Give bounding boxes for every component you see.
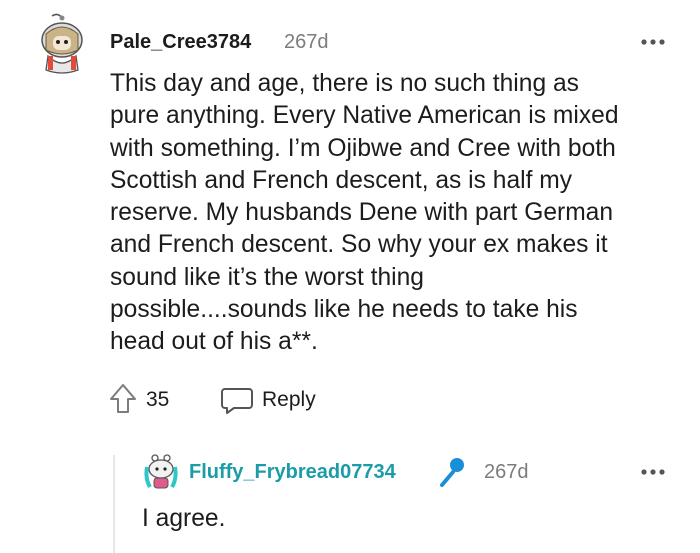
more-options-icon[interactable]: [640, 36, 666, 48]
comment-body: This day and age, there is no such thing…: [110, 68, 680, 359]
reply-avatar[interactable]: [143, 452, 179, 492]
comment-line: Scottish and French descent, as is half …: [110, 166, 573, 194]
comment-line: sound like it’s the worst thing: [110, 263, 424, 291]
comment-username[interactable]: Pale_Cree3784: [110, 31, 251, 54]
user-avatar[interactable]: [34, 12, 90, 74]
more-options-icon[interactable]: [640, 466, 666, 478]
vote-count: 35: [146, 388, 170, 411]
reply-timestamp: 267d: [484, 461, 529, 483]
comment-line: reserve. My husbands Dene with part Germ…: [110, 199, 614, 227]
reply-body: I agree.: [142, 505, 226, 532]
reply-username[interactable]: Fluffy_Frybread07734: [189, 461, 396, 484]
upvote-icon[interactable]: [108, 382, 138, 416]
comment-line: head out of his a**.: [110, 328, 318, 356]
comment-line: pure anything. Every Native American is …: [110, 102, 619, 130]
speech-bubble-icon: [221, 388, 253, 414]
microphone-icon: [440, 458, 464, 487]
comment-timestamp: 267d: [284, 31, 329, 53]
comment-line: and French descent. So why your ex makes…: [110, 231, 608, 259]
reply-label: Reply: [262, 388, 316, 411]
comment-line: This day and age, there is no such thing…: [110, 70, 579, 97]
thread-line[interactable]: [113, 455, 115, 553]
comment-line: with something. I’m Ojibwe and Cree with…: [110, 134, 616, 162]
comment-line: possible....sounds like he needs to take…: [110, 296, 578, 324]
reply-button[interactable]: Reply: [220, 384, 316, 416]
